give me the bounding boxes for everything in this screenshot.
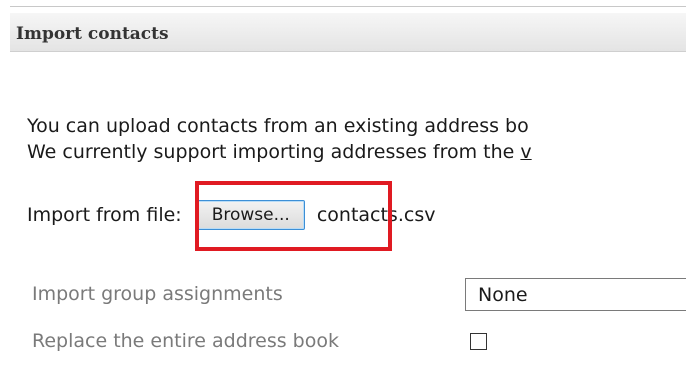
selected-file-name: contacts.csv <box>316 204 436 226</box>
import-file-label: Import from file: <box>27 204 182 226</box>
panel-title: Import contacts <box>16 24 169 44</box>
replace-address-book-checkbox[interactable] <box>470 333 487 350</box>
import-file-row: Import from file: Browse... contacts.csv <box>27 198 435 232</box>
intro-line-2-text: We currently support importing addresses… <box>27 141 521 163</box>
supported-formats-link[interactable]: v <box>520 141 531 163</box>
group-assignments-label: Import group assignments <box>32 283 283 305</box>
panel-header: Import contacts <box>10 13 686 52</box>
import-contacts-panel: Import contacts You can upload contacts … <box>0 0 686 381</box>
intro-line-1: You can upload contacts from an existing… <box>27 115 529 137</box>
replace-address-book-label: Replace the entire address book <box>32 330 339 352</box>
browse-button[interactable]: Browse... <box>196 200 305 230</box>
group-assignments-select[interactable]: None <box>465 278 686 311</box>
top-divider <box>10 6 686 7</box>
intro-line-2: We currently support importing addresses… <box>27 141 532 163</box>
